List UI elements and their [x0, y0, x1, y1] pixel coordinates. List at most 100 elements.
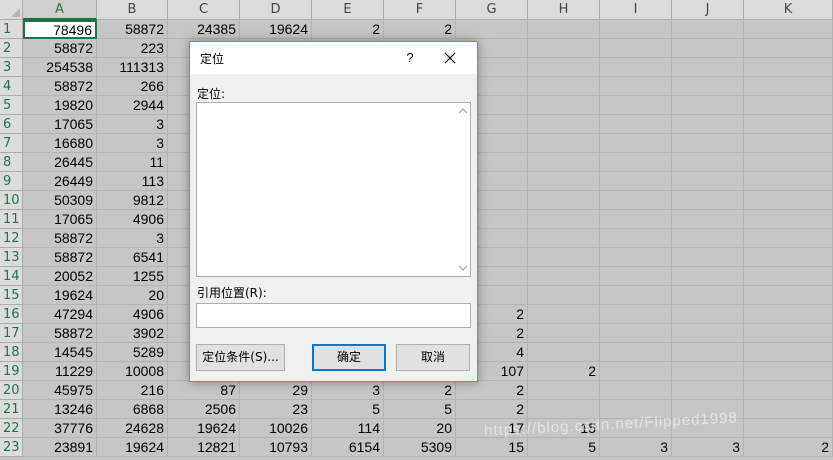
cell-b17[interactable]: 3902 — [97, 324, 168, 343]
cancel-button[interactable]: 取消 — [396, 344, 470, 371]
cell-i6[interactable] — [600, 115, 672, 134]
cell-a9[interactable]: 26449 — [23, 172, 97, 191]
cell-h22[interactable]: 15 — [528, 419, 600, 438]
cell-i5[interactable] — [600, 96, 672, 115]
scroll-up-icon[interactable] — [458, 107, 468, 115]
column-header-e[interactable]: E — [312, 0, 384, 20]
cell-b16[interactable]: 4906 — [97, 305, 168, 324]
cell-j16[interactable] — [672, 305, 744, 324]
row-header-16[interactable]: 16 — [0, 305, 23, 324]
cell-c22[interactable]: 19624 — [168, 419, 240, 438]
row-header-3[interactable]: 3 — [0, 58, 23, 77]
cell-i11[interactable] — [600, 210, 672, 229]
row-header-14[interactable]: 14 — [0, 267, 23, 286]
column-header-c[interactable]: C — [168, 0, 240, 20]
cell-a20[interactable]: 45975 — [23, 381, 97, 400]
cell-d21[interactable]: 23 — [240, 400, 312, 419]
cell-g20[interactable]: 2 — [456, 381, 528, 400]
column-header-a[interactable]: A — [23, 0, 97, 20]
cell-k9[interactable] — [744, 172, 833, 191]
cell-h6[interactable] — [528, 115, 600, 134]
scroll-down-icon[interactable] — [458, 264, 468, 272]
cell-i22[interactable] — [600, 419, 672, 438]
cell-j1[interactable] — [672, 20, 744, 39]
cell-a15[interactable]: 19624 — [23, 286, 97, 305]
cell-k14[interactable] — [744, 267, 833, 286]
cell-f20[interactable]: 2 — [384, 381, 456, 400]
cell-b7[interactable]: 3 — [97, 134, 168, 153]
reference-input[interactable] — [196, 303, 471, 328]
cell-a2[interactable]: 58872 — [23, 39, 97, 58]
row-header-15[interactable]: 15 — [0, 286, 23, 305]
cell-j20[interactable] — [672, 381, 744, 400]
cell-j19[interactable] — [672, 362, 744, 381]
cell-i8[interactable] — [600, 153, 672, 172]
cell-k7[interactable] — [744, 134, 833, 153]
cell-b3[interactable]: 111313 — [97, 58, 168, 77]
cell-h2[interactable] — [528, 39, 600, 58]
row-header-18[interactable]: 18 — [0, 343, 23, 362]
row-header-4[interactable]: 4 — [0, 77, 23, 96]
cell-f23[interactable]: 5309 — [384, 438, 456, 457]
cell-k13[interactable] — [744, 248, 833, 267]
cell-i3[interactable] — [600, 58, 672, 77]
cell-k5[interactable] — [744, 96, 833, 115]
column-header-g[interactable]: G — [456, 0, 528, 20]
cell-a14[interactable]: 20052 — [23, 267, 97, 286]
cell-i10[interactable] — [600, 191, 672, 210]
column-header-h[interactable]: H — [528, 0, 600, 20]
cell-h4[interactable] — [528, 77, 600, 96]
cell-a16[interactable]: 47294 — [23, 305, 97, 324]
cell-j9[interactable] — [672, 172, 744, 191]
cell-h5[interactable] — [528, 96, 600, 115]
cell-k12[interactable] — [744, 229, 833, 248]
cell-c20[interactable]: 87 — [168, 381, 240, 400]
cell-a10[interactable]: 50309 — [23, 191, 97, 210]
cell-a22[interactable]: 37776 — [23, 419, 97, 438]
dialog-titlebar[interactable]: 定位 ? — [190, 42, 477, 74]
cell-j2[interactable] — [672, 39, 744, 58]
cell-b11[interactable]: 4906 — [97, 210, 168, 229]
goto-listbox[interactable] — [196, 102, 471, 277]
cell-h8[interactable] — [528, 153, 600, 172]
cell-j3[interactable] — [672, 58, 744, 77]
cell-j6[interactable] — [672, 115, 744, 134]
row-header-1[interactable]: 1 — [0, 20, 23, 39]
cell-a18[interactable]: 14545 — [23, 343, 97, 362]
row-header-8[interactable]: 8 — [0, 153, 23, 172]
cell-a7[interactable]: 16680 — [23, 134, 97, 153]
cell-f22[interactable]: 20 — [384, 419, 456, 438]
cell-i23[interactable]: 3 — [600, 438, 672, 457]
cell-j8[interactable] — [672, 153, 744, 172]
cell-k19[interactable] — [744, 362, 833, 381]
cell-b12[interactable]: 3 — [97, 229, 168, 248]
cell-k16[interactable] — [744, 305, 833, 324]
cell-h13[interactable] — [528, 248, 600, 267]
cell-b2[interactable]: 223 — [97, 39, 168, 58]
column-header-b[interactable]: B — [97, 0, 168, 20]
cell-j10[interactable] — [672, 191, 744, 210]
cell-b8[interactable]: 11 — [97, 153, 168, 172]
cell-b21[interactable]: 6868 — [97, 400, 168, 419]
row-header-20[interactable]: 20 — [0, 381, 23, 400]
cell-j18[interactable] — [672, 343, 744, 362]
cell-h9[interactable] — [528, 172, 600, 191]
cell-a21[interactable]: 13246 — [23, 400, 97, 419]
cell-k2[interactable] — [744, 39, 833, 58]
cell-a8[interactable]: 26445 — [23, 153, 97, 172]
cell-k18[interactable] — [744, 343, 833, 362]
cell-h14[interactable] — [528, 267, 600, 286]
cell-k23[interactable]: 2 — [744, 438, 833, 457]
cell-h3[interactable] — [528, 58, 600, 77]
cell-h7[interactable] — [528, 134, 600, 153]
cell-j14[interactable] — [672, 267, 744, 286]
column-header-f[interactable]: F — [384, 0, 456, 20]
cell-i4[interactable] — [600, 77, 672, 96]
cell-b1[interactable]: 58872 — [97, 20, 168, 39]
cell-b13[interactable]: 6541 — [97, 248, 168, 267]
cell-a1[interactable]: 78496 — [23, 20, 97, 39]
cell-k21[interactable] — [744, 400, 833, 419]
cell-i20[interactable] — [600, 381, 672, 400]
cell-i2[interactable] — [600, 39, 672, 58]
cell-i13[interactable] — [600, 248, 672, 267]
